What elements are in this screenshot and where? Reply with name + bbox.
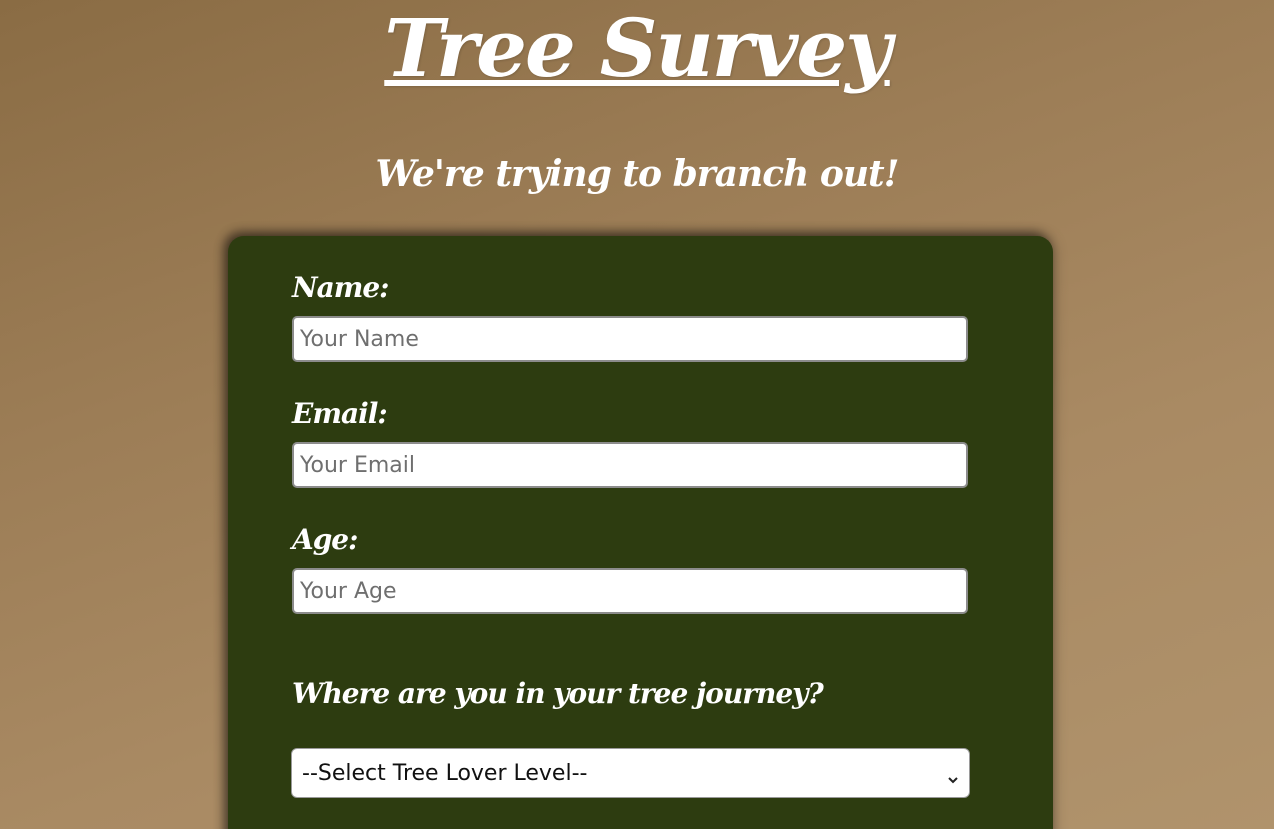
journey-question: Where are you in your tree journey? [292,677,824,710]
email-input[interactable] [292,442,968,488]
email-label: Email: [292,397,388,430]
age-label: Age: [292,523,358,556]
select-value: --Select Tree Lover Level-- [302,760,588,786]
name-label: Name: [292,271,390,304]
survey-form: Name: Email: Age: Where are you in your … [228,236,1053,829]
chevron-down-icon [947,767,959,784]
page-title: Tree Survey [384,1,891,95]
tree-lover-level-select[interactable]: --Select Tree Lover Level-- [291,748,970,798]
page-subtitle: We're trying to branch out! [375,153,900,195]
name-input[interactable] [292,316,968,362]
age-input[interactable] [292,568,968,614]
page-header: Tree Survey [0,0,1274,94]
